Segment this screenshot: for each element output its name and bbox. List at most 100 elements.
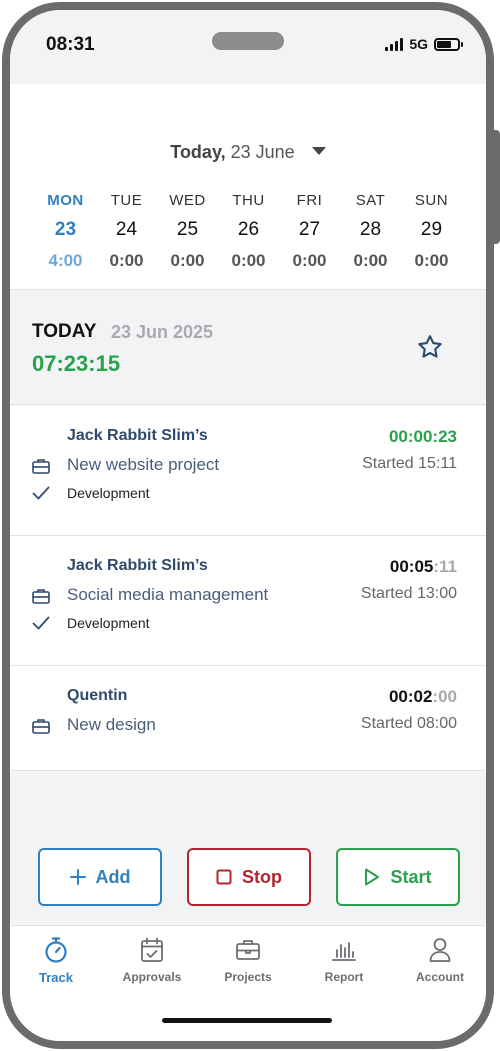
- day-name: THU: [232, 192, 265, 209]
- entry-timer: 00:00:23: [389, 427, 457, 447]
- week-days: MON 23 4:00 TUE 24 0:00 WED 25 0:00 THU …: [35, 192, 462, 271]
- day-name: SUN: [414, 192, 449, 209]
- day-date: 23: [54, 219, 77, 240]
- date-selector-prefix: Today,: [170, 142, 226, 162]
- day-name: TUE: [110, 192, 143, 209]
- day-hours: 0:00: [414, 251, 449, 270]
- week-card: Today, 23 June MON 23 4:00 TUE 24 0:00 W…: [10, 84, 486, 290]
- day-mon[interactable]: MON 23 4:00: [35, 192, 96, 271]
- entry-timer: 00:02:00: [389, 687, 457, 707]
- day-hours: 4:00: [48, 251, 83, 270]
- day-wed[interactable]: WED 25 0:00: [157, 192, 218, 271]
- stop-square-icon: [216, 869, 232, 885]
- entry-started: Started 15:11: [362, 455, 457, 472]
- day-fri[interactable]: FRI 27 0:00: [279, 192, 340, 271]
- tab-label: Projects: [224, 970, 272, 984]
- add-button-label: Add: [95, 866, 131, 887]
- home-indicator: [162, 1018, 332, 1023]
- time-entry[interactable]: Jack Rabbit Slim’s 00:00:23 New website …: [10, 406, 486, 536]
- tab-report[interactable]: Report: [296, 936, 392, 984]
- day-name: WED: [169, 192, 206, 209]
- tab-approvals[interactable]: Approvals: [104, 936, 200, 984]
- day-sat[interactable]: SAT 28 0:00: [340, 192, 401, 271]
- action-bar: Add Stop Start: [10, 836, 486, 924]
- day-hours: 0:00: [231, 251, 266, 270]
- entry-timer: 00:05:11: [390, 557, 457, 577]
- day-date: 24: [115, 219, 138, 240]
- entry-client: Jack Rabbit Slim’s: [67, 557, 208, 574]
- entry-task: Development: [67, 485, 150, 501]
- entry-task: Development: [67, 615, 150, 631]
- today-label: TODAY: [32, 321, 97, 342]
- entry-client: Quentin: [67, 687, 128, 704]
- day-name: FRI: [296, 192, 323, 209]
- day-date: 28: [359, 219, 382, 240]
- status-bar: 08:31 5G: [10, 10, 486, 84]
- battery-icon: [434, 37, 463, 51]
- entry-project: New design: [67, 715, 156, 734]
- day-thu[interactable]: THU 26 0:00: [218, 192, 279, 271]
- phone-frame: 08:31 5G Today, 23 June MON 23 4:00 TUE …: [2, 2, 494, 1049]
- entry-project: Social media management: [67, 585, 269, 604]
- day-name: MON: [47, 192, 84, 209]
- entry-timer-main: 00:05: [389, 557, 434, 576]
- bar-chart-icon: [332, 942, 356, 961]
- tab-track[interactable]: Track: [10, 936, 104, 985]
- status-icons: 5G: [385, 36, 463, 52]
- day-hours: 0:00: [292, 251, 327, 270]
- today-total-time: 07:23:15: [32, 351, 121, 376]
- entry-timer-main: 00:02: [388, 687, 433, 706]
- entry-started: Started 13:00: [360, 585, 457, 602]
- today-date: 23 Jun 2025: [111, 322, 214, 342]
- entry-timer-seconds: :00: [432, 687, 457, 706]
- caret-down-icon: [311, 147, 326, 155]
- tab-label: Account: [416, 970, 464, 984]
- play-icon: [365, 868, 380, 886]
- date-selector-date: 23 June: [230, 142, 295, 162]
- entry-timer-main: 00:00:23: [388, 427, 457, 446]
- entry-started: Started 08:00: [360, 715, 457, 732]
- day-date: 29: [420, 219, 443, 240]
- entry-project: New website project: [67, 455, 220, 474]
- plus-icon: [69, 869, 86, 885]
- check-icon: [32, 616, 50, 630]
- tab-account[interactable]: Account: [392, 936, 486, 984]
- tab-label: Approvals: [122, 970, 182, 984]
- briefcase-icon: [32, 719, 50, 734]
- day-hours: 0:00: [170, 251, 205, 270]
- stop-button-label: Stop: [242, 866, 282, 887]
- signal-icon: [385, 37, 404, 51]
- briefcase-icon: [32, 589, 50, 604]
- check-icon: [32, 486, 50, 500]
- day-date: 27: [298, 219, 321, 240]
- day-sun[interactable]: SUN 29 0:00: [401, 192, 462, 271]
- tab-projects[interactable]: Projects: [200, 936, 296, 984]
- star-icon[interactable]: [416, 333, 444, 361]
- time-entries-list: Jack Rabbit Slim’s 00:00:23 New website …: [10, 406, 486, 771]
- dynamic-island: [212, 32, 284, 50]
- start-button[interactable]: Start: [336, 848, 460, 906]
- tab-bar: Track Approvals Projects Report Account: [10, 925, 486, 1041]
- status-time: 08:31: [46, 34, 95, 55]
- user-icon: [429, 938, 451, 962]
- tab-label: Track: [39, 970, 73, 985]
- day-date: 26: [237, 219, 260, 240]
- start-button-label: Start: [390, 866, 432, 887]
- calendar-check-icon: [141, 937, 163, 962]
- stop-button[interactable]: Stop: [187, 848, 311, 906]
- time-entry[interactable]: Quentin 00:02:00 New design Started 08:0…: [10, 666, 486, 771]
- today-summary: TODAY 23 Jun 2025 07:23:15: [10, 291, 486, 405]
- entry-timer-seconds: :11: [433, 557, 457, 576]
- entry-client: Jack Rabbit Slim’s: [67, 427, 208, 444]
- day-hours: 0:00: [109, 251, 144, 270]
- add-button[interactable]: Add: [38, 848, 162, 906]
- day-name: SAT: [355, 192, 386, 209]
- day-date: 25: [176, 219, 199, 240]
- time-entry[interactable]: Jack Rabbit Slim’s 00:05:11 Social media…: [10, 536, 486, 666]
- briefcase-icon: [236, 940, 260, 960]
- day-hours: 0:00: [353, 251, 388, 270]
- day-tue[interactable]: TUE 24 0:00: [96, 192, 157, 271]
- stopwatch-icon: [45, 937, 67, 963]
- network-label: 5G: [409, 36, 428, 52]
- date-selector[interactable]: Today, 23 June: [10, 142, 486, 163]
